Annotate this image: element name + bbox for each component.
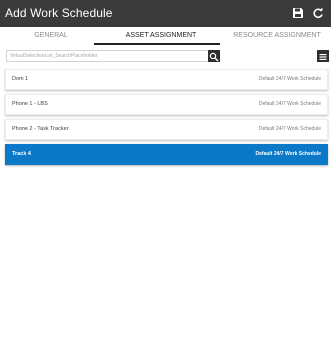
list-item[interactable]: Phone 1 - LBS Default 24/7 Work Schedule — [5, 94, 328, 115]
search-icon — [209, 52, 219, 62]
asset-schedule: Default 24/7 Work Schedule — [258, 76, 321, 82]
asset-schedule: Default 24/7 Work Schedule — [258, 126, 321, 132]
asset-schedule: Default 24/7 Work Schedule — [255, 151, 321, 157]
search-input[interactable] — [6, 50, 209, 62]
asset-schedule: Default 24/7 Work Schedule — [258, 101, 321, 107]
asset-name: Phone 1 - LBS — [12, 101, 48, 107]
search-button[interactable] — [208, 50, 220, 62]
tab-resource-assignment[interactable]: RESOURCE ASSIGNMENT — [228, 32, 326, 43]
list-item-selected[interactable]: Track 4 Default 24/7 Work Schedule — [5, 144, 328, 165]
title-bar: Add Work Schedule — [0, 0, 331, 27]
tab-general[interactable]: GENERAL — [12, 32, 90, 43]
save-icon[interactable] — [292, 7, 304, 19]
asset-name: Track 4 — [12, 151, 31, 157]
add-work-schedule-window: Add Work Schedule GENERAL ASSET ASSIGNME… — [0, 0, 331, 353]
list-item[interactable]: Dom 1 Default 24/7 Work Schedule — [5, 69, 328, 90]
hamburger-menu-icon — [319, 54, 327, 60]
menu-button[interactable] — [317, 50, 329, 62]
tab-bar: GENERAL ASSET ASSIGNMENT RESOURCE ASSIGN… — [0, 30, 331, 44]
active-tab-indicator — [94, 43, 220, 45]
asset-list: Dom 1 Default 24/7 Work Schedule Phone 1… — [5, 69, 328, 169]
search-toolbar — [0, 50, 331, 63]
window-title: Add Work Schedule — [5, 6, 113, 20]
tab-asset-assignment[interactable]: ASSET ASSIGNMENT — [105, 32, 217, 43]
refresh-icon[interactable] — [312, 7, 324, 19]
list-item[interactable]: Phone 2 - Task Tracker Default 24/7 Work… — [5, 119, 328, 140]
asset-name: Dom 1 — [12, 76, 29, 82]
asset-name: Phone 2 - Task Tracker — [12, 126, 69, 132]
